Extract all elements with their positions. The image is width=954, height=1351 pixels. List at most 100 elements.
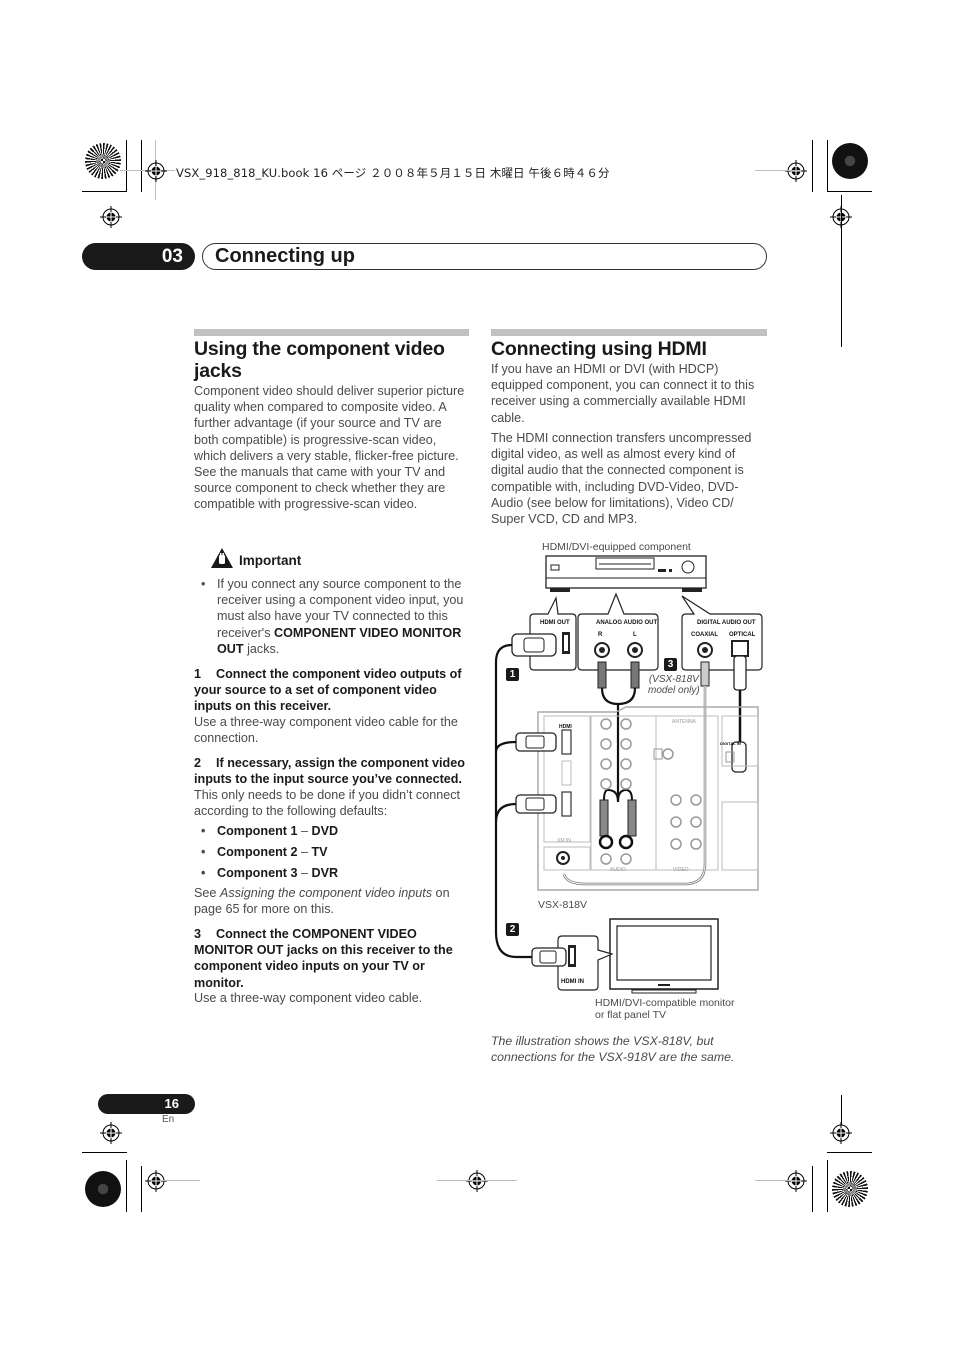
registration-mark-icon (145, 160, 167, 182)
source-name: DVR (311, 866, 339, 880)
crop-mark (812, 140, 813, 192)
step-1-body: Use a three-way component video cable fo… (194, 715, 458, 746)
step-badge-2: 2 (506, 923, 519, 936)
callout-label-analog-audio-out: ANALOG AUDIO OUT (596, 620, 658, 626)
callout-label-hdmi-in: HDMI IN (561, 979, 584, 985)
hdmi-description: The HDMI connection transfers uncompress… (491, 431, 752, 527)
crop-mark (827, 140, 828, 192)
step-badge-3: 3 (664, 658, 677, 671)
registration-mark-icon (785, 160, 807, 182)
important-bullet: If you connect any source component to t… (194, 576, 469, 657)
component-name: Component 2 (217, 845, 298, 859)
crop-mark (126, 140, 127, 192)
source-name: TV (311, 845, 328, 859)
step-number: 3 (194, 927, 202, 941)
chapter-title: Connecting up (215, 245, 355, 267)
component-defaults-list: Component 1 – DVD Component 2 – TV Compo… (194, 823, 469, 886)
page-number-badge: 16 (98, 1094, 195, 1114)
model-note-line: (VSX-818V (648, 674, 699, 685)
registration-mark-icon (466, 1170, 488, 1192)
reg-line (841, 195, 842, 347)
receiver-label-hdmi: HDMI (559, 724, 572, 730)
cross-reference-link[interactable]: Assigning the component video inputs (220, 886, 432, 900)
component-default-item: Component 3 – DVR (194, 865, 469, 881)
color-target-icon (832, 143, 868, 179)
chapter-number-badge: 03 (82, 243, 195, 270)
color-target-icon (85, 1171, 121, 1207)
step-2-body: This only needs to be done if you didn’t… (194, 788, 461, 819)
important-title: Important (239, 553, 302, 568)
heading-line: jacks (194, 360, 242, 382)
model-note: (VSX-818V model only) (648, 674, 700, 696)
component-video-intro: Component video should deliver superior … (194, 384, 465, 512)
receiver-model-label: VSX-818V (538, 899, 588, 911)
component-name: Component 1 (217, 824, 298, 838)
receiver-label-xm-in: XM IN (557, 838, 571, 844)
tv-label-line: or flat panel TV (595, 1009, 667, 1021)
hdmi-intro: If you have an HDMI or DVI (with HDCP) e… (491, 362, 755, 425)
crop-mark (82, 191, 127, 192)
section-heading-hdmi: Connecting using HDMI (491, 338, 707, 360)
section-divider (491, 329, 767, 336)
color-target-icon (85, 143, 121, 179)
callout-label-coaxial: COAXIAL (691, 632, 718, 638)
component-name: Component 3 (217, 866, 298, 880)
crop-mark (126, 1160, 127, 1212)
crop-mark (141, 1166, 142, 1212)
registration-mark-icon (830, 1122, 852, 1144)
step-number: 1 (194, 667, 202, 681)
crop-mark (812, 1166, 813, 1212)
language-code: En (162, 1114, 175, 1125)
see-text: See (194, 886, 220, 900)
heading-line: Using the component video (194, 338, 445, 360)
receiver-label-audio: AUDIO (610, 867, 626, 873)
registration-mark-icon (100, 206, 122, 228)
receiver-label-antenna: ANTENNA (672, 719, 696, 725)
step-title-text: Connect the component video outputs of y… (194, 667, 462, 714)
dvd-player-illustration (545, 555, 707, 592)
step-1-title: 1 Connect the component video outputs of … (194, 666, 472, 715)
flat-panel-tv-illustration (609, 918, 719, 994)
crop-mark (827, 1160, 828, 1212)
step-3-body: Use a three-way component video cable. (194, 991, 423, 1005)
separator: – (297, 824, 312, 838)
callout-label-digital-audio-out: DIGITAL AUDIO OUT (697, 620, 756, 626)
receiver-label-video: VIDEO (673, 867, 689, 873)
reg-line (841, 1095, 842, 1125)
step-number: 2 (194, 756, 202, 770)
crop-mark (82, 1152, 127, 1153)
color-target-icon (832, 1171, 868, 1207)
step-2-title: 2 If necessary, assign the component vide… (194, 755, 472, 787)
important-text: jacks. (243, 641, 280, 656)
hdmi-plug-receiver-output (494, 794, 557, 823)
reg-line (755, 1180, 795, 1181)
book-info-slug: VSX_918_818_KU.book 16 ページ ２００８年５月１５日 木曜… (176, 166, 610, 180)
crop-mark (141, 140, 142, 192)
separator: – (297, 866, 312, 880)
step-2-see-also: See Assigning the component video inputs… (194, 885, 472, 917)
callout-label-analog-l: L (633, 632, 637, 638)
callout-label-optical: OPTICAL (729, 632, 756, 638)
important-list: If you connect any source component to t… (194, 576, 469, 657)
callout-label-hdmi-out: HDMI OUT (540, 620, 570, 626)
model-note-line: model only) (648, 685, 700, 696)
tv-label: HDMI/DVI-compatible monitor or flat pane… (595, 997, 734, 1021)
step-title-text: If necessary, assign the component video… (194, 756, 465, 787)
registration-mark-icon (785, 1170, 807, 1192)
step-3-title: 3 Connect the COMPONENT VIDEO MONITOR OUT… (194, 926, 472, 991)
section-heading-component-video: Using the component video jacks (194, 338, 474, 382)
component-default-item: Component 1 – DVD (194, 823, 469, 839)
crop-mark (827, 191, 872, 192)
figure-caption: The illustration shows the VSX-818V, but… (491, 1034, 735, 1065)
reg-line (437, 1180, 517, 1181)
registration-mark-icon (100, 1122, 122, 1144)
hdmi-plug-receiver-input (494, 732, 557, 753)
registration-mark-icon (145, 1170, 167, 1192)
separator: – (297, 845, 312, 859)
section-divider (194, 329, 469, 336)
callout-label-analog-r: R (598, 632, 603, 638)
receiver-label-digital-in: DIGITAL IN (720, 741, 741, 746)
receiver-rear-panel (537, 706, 759, 891)
step-badge-1: 1 (506, 668, 519, 681)
video-jack-grid (662, 748, 702, 850)
